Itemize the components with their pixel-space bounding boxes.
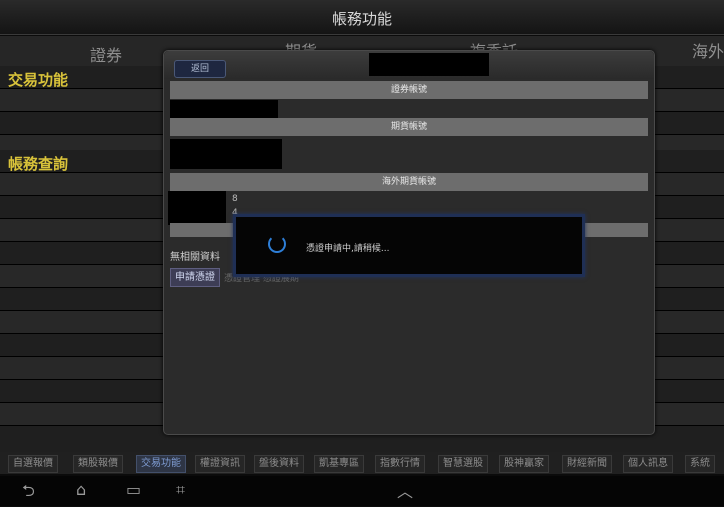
tab-overseas[interactable]: 海外 <box>692 38 724 62</box>
tab-personal-messages[interactable]: 個人訊息 <box>623 455 673 473</box>
back-icon[interactable]: ⮌ <box>22 480 35 507</box>
redacted-account <box>168 191 226 225</box>
section-trading: 交易功能 <box>8 71 69 89</box>
tab-kgi-zone[interactable]: 凱基專區 <box>314 455 364 473</box>
chevron-up-icon[interactable]: ︿ <box>397 478 413 502</box>
modal-header: 返回 <box>164 51 654 79</box>
securities-account-bar: 證券帳號 <box>170 81 648 99</box>
tab-warrant-info[interactable]: 權證資訊 <box>195 455 245 473</box>
screenshot-icon[interactable]: ⌗ <box>176 480 185 500</box>
futures-account-bar: 期貨帳號 <box>170 118 648 136</box>
redacted-header <box>369 53 489 76</box>
title-bar: 帳務功能 <box>0 0 724 35</box>
account-snippet: 8 <box>232 194 238 204</box>
progress-message: 憑證申請中,請稍候... <box>306 244 390 254</box>
page-title: 帳務功能 <box>331 10 392 28</box>
redacted-account <box>170 139 282 169</box>
loading-spinner-icon <box>268 235 286 253</box>
bottom-tab-bar: 自選報價 類股報價 交易功能 權證資訊 盤後資料 凱基專區 指數行情 智慧選股 … <box>0 452 724 474</box>
tab-trading-functions[interactable]: 交易功能 <box>136 455 186 473</box>
system-nav-bar: ⮌ ⌂ ▭ ⌗ ︿ <box>0 476 724 506</box>
home-icon[interactable]: ⌂ <box>76 480 86 499</box>
redacted-account <box>170 100 278 118</box>
overseas-futures-account-bar: 海外期貨帳號 <box>170 173 648 191</box>
tab-after-hours[interactable]: 盤後資料 <box>254 455 304 473</box>
tab-financial-news[interactable]: 財經新聞 <box>562 455 612 473</box>
tab-securities[interactable]: 證券 <box>90 42 122 66</box>
apply-certificate-button[interactable]: 申請憑證 <box>170 268 220 287</box>
tab-smart-picks[interactable]: 智慧選股 <box>438 455 488 473</box>
progress-dialog: 憑證申請中,請稍候... <box>233 214 585 277</box>
tab-index-quotes[interactable]: 指數行情 <box>375 455 425 473</box>
tab-sector-quotes[interactable]: 類股報價 <box>73 455 123 473</box>
tab-stock-master[interactable]: 股神贏家 <box>499 455 549 473</box>
back-button[interactable]: 返回 <box>174 60 226 78</box>
tab-watchlist-quotes[interactable]: 自選報價 <box>8 455 58 473</box>
no-data-text: 無相關資料 <box>170 252 220 263</box>
tab-system[interactable]: 系統 <box>685 455 715 473</box>
section-account-query: 帳務查詢 <box>8 155 69 173</box>
recent-apps-icon[interactable]: ▭ <box>126 480 141 499</box>
